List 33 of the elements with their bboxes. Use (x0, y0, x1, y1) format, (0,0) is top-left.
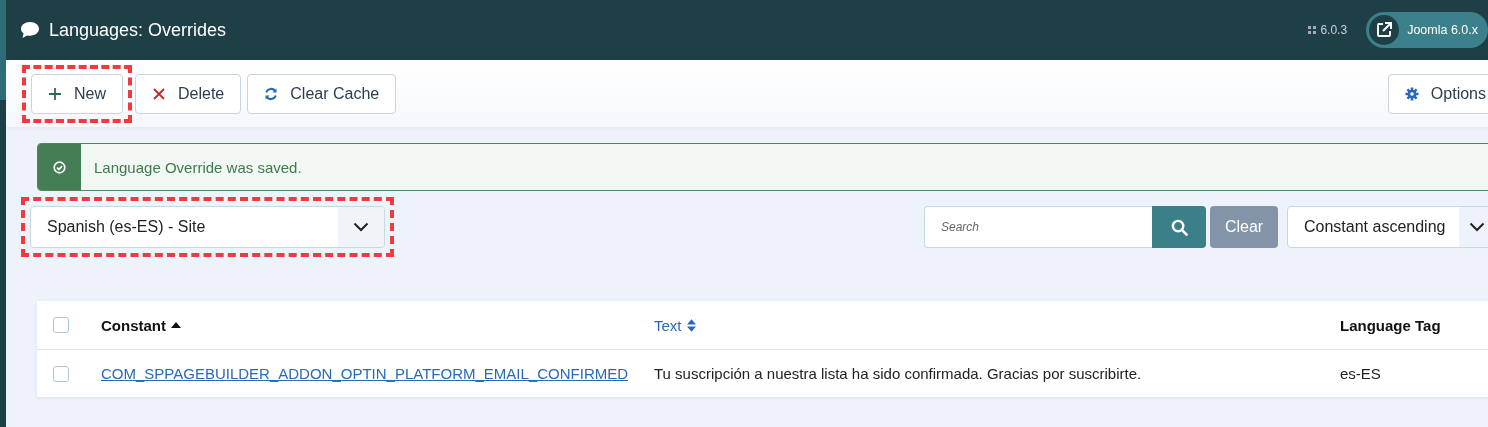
sort-up-icon (171, 322, 181, 328)
column-header: Language Tag (1340, 316, 1441, 334)
search-button[interactable] (1152, 206, 1206, 248)
chevron-down-icon (353, 222, 369, 232)
table-cell: es-ES (1340, 365, 1381, 382)
constant-link[interactable]: COM_SPPAGEBUILDER_ADDON_OPTIN_PLATFORM_EMAIL_CONFIRMED (101, 365, 654, 382)
select-all-checkbox[interactable] (53, 317, 69, 333)
row-checkbox[interactable] (53, 365, 69, 382)
check-circle-icon (53, 160, 66, 174)
column-header[interactable]: Text (654, 316, 1340, 334)
search-field[interactable]: Search (924, 206, 1152, 248)
sort-select[interactable]: Constant ascending (1287, 206, 1488, 248)
search-icon (1170, 218, 1188, 236)
chevron-down-icon (1469, 222, 1486, 232)
options-button[interactable]: Options (1387, 73, 1488, 114)
chat-icon (20, 21, 40, 39)
page-title: Languages: Overrides (49, 19, 227, 41)
language-select[interactable]: Spanish (es-ES) - Site (30, 206, 385, 248)
sort-icon (686, 318, 696, 332)
refresh-icon (264, 86, 279, 101)
external-link-icon (1376, 22, 1393, 38)
version-label: 6.0.3 (1307, 23, 1348, 37)
table-cell-text: Tu suscripción a nuestra lista ha sido confirmada. Gracias por suscribirte. (654, 365, 1143, 382)
column-header[interactable]: Constant (101, 316, 654, 334)
close-icon (152, 86, 166, 101)
delete-button[interactable]: Delete (135, 73, 242, 114)
alert-message: Language Override was saved. (94, 158, 302, 176)
refresh-button[interactable]: Clear Cache (247, 73, 397, 114)
logo-icon (1307, 25, 1318, 35)
gear-icon (1404, 86, 1419, 101)
plus-icon (48, 86, 62, 101)
new-button[interactable]: New (31, 73, 123, 114)
site-link[interactable]: Joomla 6.0.x (1366, 12, 1488, 48)
